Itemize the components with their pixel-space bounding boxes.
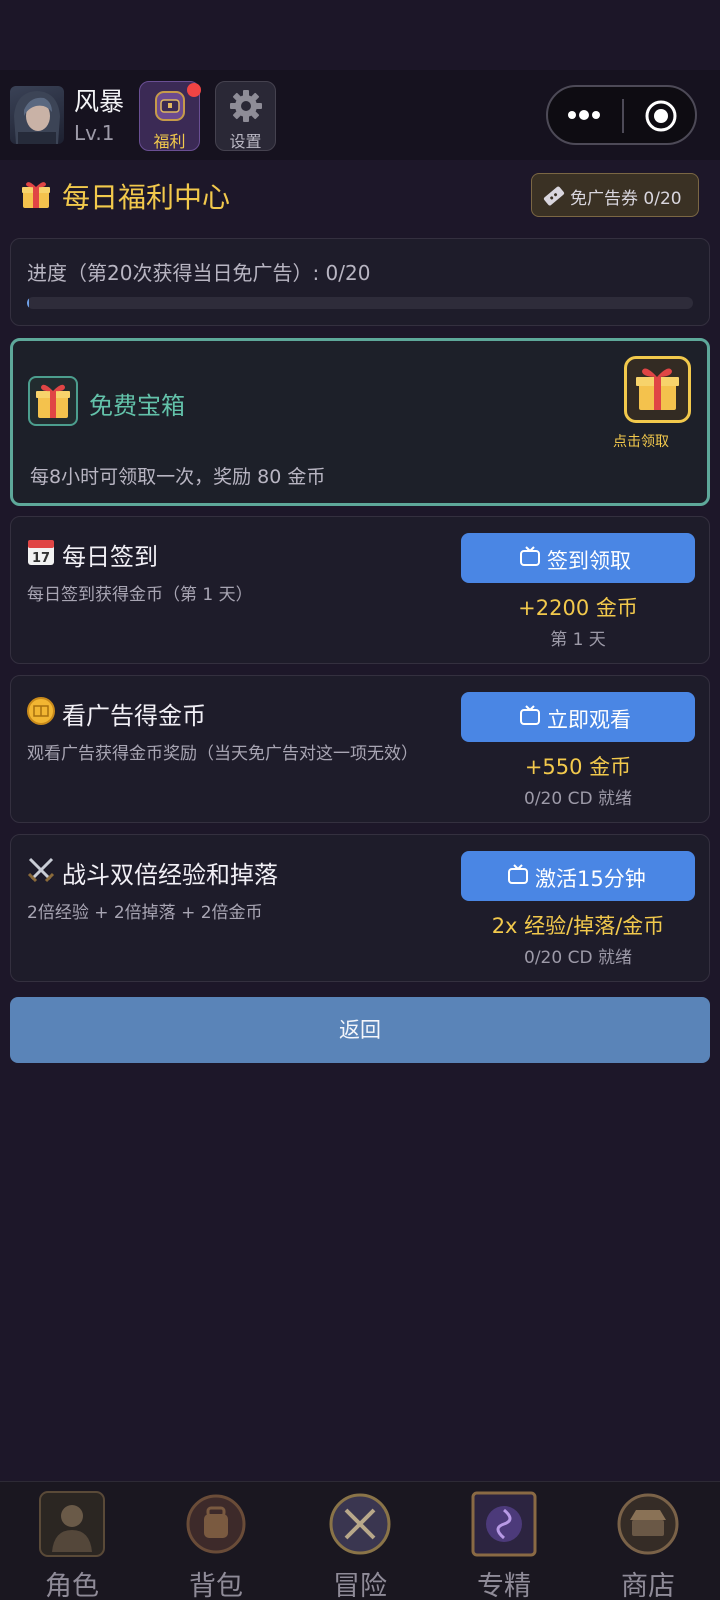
- button-label: 立即观看: [547, 708, 631, 732]
- daily-sign-in-card: 17 每日签到 每日签到获得金币（第 1 天） 签到领取 +2200 金币 第 …: [10, 516, 710, 664]
- button-label: 激活15分钟: [535, 867, 646, 891]
- nav-item-shop[interactable]: 商店: [576, 1482, 720, 1600]
- nav-item-character[interactable]: 角色: [0, 1482, 144, 1600]
- task-status: 0/20 CD 就绪: [524, 789, 632, 809]
- settings-button[interactable]: 设置: [215, 81, 276, 151]
- nav-label: 背包: [189, 1571, 243, 1600]
- status-bar-area: [0, 0, 720, 70]
- watch-ad-card: 看广告得金币 观看广告获得金币奖励（当天免广告对这一项无效） 立即观看 +550…: [10, 675, 710, 823]
- avatar[interactable]: [10, 86, 64, 144]
- voucher-count: 免广告券 0/20: [570, 189, 682, 209]
- claim-chest-button[interactable]: [624, 356, 691, 423]
- tv-icon: [520, 705, 540, 725]
- activate-boost-button[interactable]: 激活15分钟: [461, 851, 695, 901]
- task-title: 每日签到: [62, 543, 158, 571]
- free-chest-card: 免费宝箱 每8小时可领取一次，奖励 80 金币 点击领取: [10, 338, 710, 506]
- bottom-nav: 角色 背包 冒险 专精 商店: [0, 1481, 720, 1600]
- free-chest-description: 每8小时可领取一次，奖励 80 金币: [30, 466, 326, 488]
- avatar-portrait-icon: [14, 91, 60, 144]
- welfare-button[interactable]: 福利: [139, 81, 201, 151]
- ticket-icon: [543, 186, 565, 206]
- close-target-icon[interactable]: [644, 99, 678, 133]
- progress-bar: [27, 297, 693, 309]
- mastery-icon: [471, 1491, 537, 1557]
- gift-icon: [36, 384, 70, 418]
- crossed-swords-icon: [27, 857, 55, 883]
- nav-label: 专精: [477, 1571, 531, 1600]
- nav-item-adventure[interactable]: 冒险: [288, 1482, 432, 1600]
- treasure-chest-icon: [154, 91, 185, 121]
- welfare-label: 福利: [153, 132, 186, 151]
- notification-dot: [187, 83, 201, 97]
- progress-bar-fill: [27, 297, 29, 309]
- free-chest-icon-box: [28, 376, 78, 426]
- task-title: 战斗双倍经验和掉落: [62, 861, 278, 889]
- more-dots-icon[interactable]: [566, 105, 602, 125]
- calendar-icon: 17: [28, 540, 54, 566]
- nav-label: 冒险: [333, 1571, 387, 1600]
- free-chest-title: 免费宝箱: [89, 392, 185, 420]
- adventure-icon: [329, 1493, 391, 1555]
- sign-in-claim-button[interactable]: 签到领取: [461, 533, 695, 583]
- task-reward: +550 金币: [524, 755, 632, 779]
- nav-item-backpack[interactable]: 背包: [144, 1482, 288, 1600]
- claim-chest-label: 点击领取: [613, 434, 669, 450]
- nav-label: 商店: [621, 1571, 675, 1600]
- player-level: Lv.1: [74, 121, 115, 145]
- double-exp-card: 战斗双倍经验和掉落 2倍经验 + 2倍掉落 + 2倍金币 激活15分钟 2x 经…: [10, 834, 710, 982]
- shop-icon: [617, 1493, 679, 1555]
- svg-text:17: 17: [32, 551, 50, 566]
- settings-label: 设置: [229, 132, 262, 151]
- task-status: 0/20 CD 就绪: [524, 948, 632, 968]
- back-button[interactable]: 返回: [10, 997, 710, 1063]
- task-title: 看广告得金币: [62, 702, 206, 730]
- task-reward: 2x 经验/掉落/金币: [491, 914, 665, 938]
- button-label: 签到领取: [547, 549, 631, 573]
- miniprogram-capsule: [546, 85, 697, 145]
- nav-item-mastery[interactable]: 专精: [432, 1482, 576, 1600]
- tv-icon: [520, 546, 540, 566]
- task-status: 第 1 天: [550, 630, 606, 650]
- task-reward: +2200 金币: [518, 596, 638, 620]
- tv-icon: [508, 864, 528, 884]
- progress-text: 进度（第20次获得当日免广告）: 0/20: [27, 261, 371, 285]
- backpack-icon: [186, 1494, 246, 1554]
- nav-label: 角色: [45, 1571, 99, 1600]
- task-description: 观看广告获得金币奖励（当天免广告对这一项无效）: [27, 744, 418, 764]
- watch-now-button[interactable]: 立即观看: [461, 692, 695, 742]
- gear-icon: [229, 90, 262, 122]
- task-description: 2倍经验 + 2倍掉落 + 2倍金币: [27, 903, 263, 923]
- player-name: 风暴: [74, 87, 125, 116]
- coin-icon: [27, 697, 55, 725]
- gift-icon: [22, 182, 50, 208]
- capsule-divider: [622, 99, 624, 133]
- ad-free-voucher-badge[interactable]: 免广告券 0/20: [531, 173, 699, 217]
- progress-card: 进度（第20次获得当日免广告）: 0/20: [10, 238, 710, 326]
- page-title: 每日福利中心: [62, 181, 231, 214]
- gift-icon: [636, 368, 679, 410]
- task-description: 每日签到获得金币（第 1 天）: [27, 585, 253, 605]
- character-icon: [39, 1491, 105, 1557]
